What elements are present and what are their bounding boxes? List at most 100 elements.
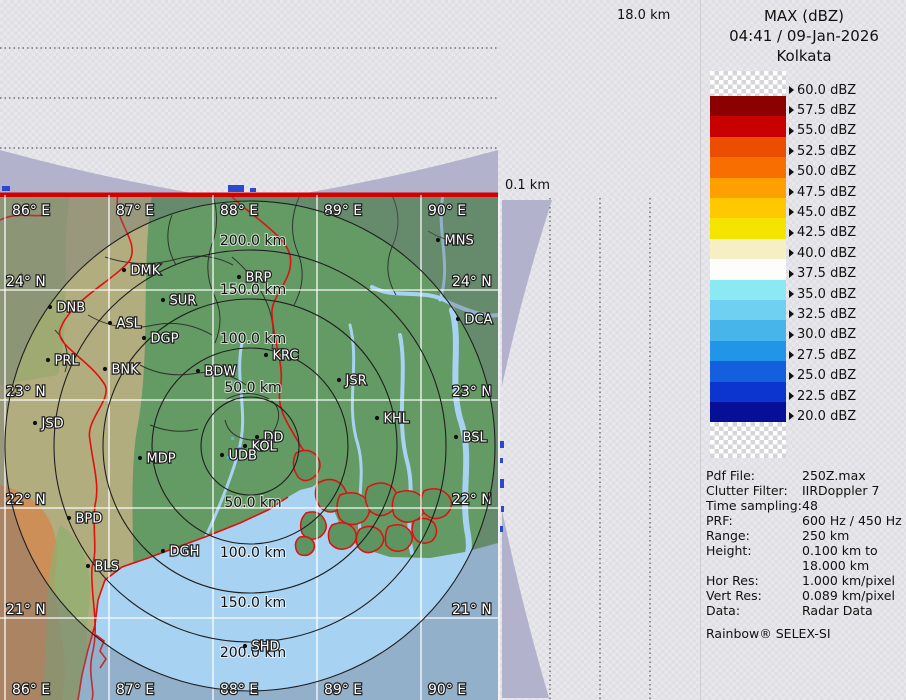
lat-label-right: 24° N — [452, 274, 492, 290]
city-label-BNK: BNK — [112, 363, 140, 378]
city-label-DNB: DNB — [57, 301, 86, 316]
city-dot-ASL — [108, 321, 112, 325]
city-dot-JSD — [33, 421, 37, 425]
scale-tick-arrow-icon — [789, 270, 794, 278]
city-dot-SUR — [161, 298, 165, 302]
cross-section-echo — [2, 186, 10, 191]
axis-corner-area — [498, 0, 700, 198]
city-label-DGP: DGP — [151, 332, 179, 347]
cross-section-echo — [500, 458, 503, 463]
cross-section-echo — [500, 526, 503, 532]
scale-tick-label: 47.5 dBZ — [789, 184, 856, 200]
scale-swatch-no-data-bottom — [710, 422, 786, 458]
city-dot-DGP — [142, 336, 146, 340]
scale-tick-label: 40.0 dBZ — [789, 245, 856, 261]
metadata-row: Range:250 km — [706, 528, 902, 543]
city-dot-BNK — [103, 367, 107, 371]
lon-label-bottom: 86° E — [12, 682, 50, 698]
scale-tick-label: 42.5 dBZ — [789, 225, 856, 241]
product-title: MAX (dBZ) — [701, 6, 906, 26]
scale-tick-arrow-icon — [789, 147, 794, 155]
scale-swatch-band — [710, 341, 786, 361]
city-label-DCA: DCA — [465, 313, 493, 328]
cross-section-echo — [250, 188, 256, 192]
right-height-cross-section-panel — [500, 198, 700, 700]
city-dot-DD — [255, 435, 259, 439]
city-dot-BPD — [67, 516, 71, 520]
scale-tick-arrow-icon — [789, 310, 794, 318]
scale-tick-label: 52.5 dBZ — [789, 143, 856, 159]
city-dot-BDW — [196, 369, 200, 373]
lon-label-top: 89° E — [324, 203, 362, 219]
scale-swatch-band — [710, 137, 786, 157]
scale-tick-arrow-icon — [789, 106, 794, 114]
scale-tick-arrow-icon — [789, 208, 794, 216]
scale-tick-arrow-icon — [789, 168, 794, 176]
panel-divider — [498, 195, 500, 700]
city-label-SUR: SUR — [170, 294, 197, 309]
scale-tick-label: 35.0 dBZ — [789, 286, 856, 302]
range-ring-label: 50.0 km — [224, 380, 281, 396]
city-label-PRL: PRL — [55, 354, 80, 369]
cross-section-echo — [501, 506, 504, 512]
city-dot-DNB — [48, 305, 52, 309]
range-ring-label: 150.0 km — [220, 595, 286, 611]
radar-display-window: 18.0 km 0.1 km — [0, 0, 906, 700]
scale-swatch-band — [710, 116, 786, 136]
city-label-SHD: SHD — [252, 640, 280, 655]
city-dot-JSR — [337, 378, 341, 382]
range-ring-label: 100.0 km — [220, 545, 286, 561]
product-header: MAX (dBZ) 04:41 / 09-Jan-2026 Kolkata — [701, 6, 906, 66]
software-footer: Rainbow® SELEX-SI — [706, 626, 902, 641]
metadata-row: Vert Res:0.089 km/pixel — [706, 588, 902, 603]
lat-label-left: 24° N — [6, 274, 46, 290]
metadata-row: Time sampling:48 — [706, 498, 902, 513]
city-label-KRC: KRC — [273, 349, 299, 364]
range-ring-label: 200.0 km — [220, 233, 286, 249]
city-dot-KHL — [375, 416, 379, 420]
scale-tick-arrow-icon — [789, 229, 794, 237]
scale-swatch-band — [710, 218, 786, 238]
scale-tick-label: 37.5 dBZ — [789, 266, 856, 282]
scale-tick-label: 30.0 dBZ — [789, 327, 856, 343]
below-beam-wedge-right — [306, 150, 498, 193]
scale-tick-arrow-icon — [789, 249, 794, 257]
height-axis-max-label: 18.0 km — [617, 8, 670, 23]
scale-tick-label: 57.5 dBZ — [789, 102, 856, 118]
cross-section-echo — [228, 185, 244, 192]
scale-swatch-band — [710, 382, 786, 402]
city-dot-BLS — [86, 564, 90, 568]
height-axis-min-label: 0.1 km — [505, 178, 550, 193]
city-label-ASL: ASL — [117, 317, 142, 332]
scale-tick-label: 60.0 dBZ — [789, 82, 856, 98]
metadata-row: Pdf File:250Z.max — [706, 468, 902, 483]
station-name: Kolkata — [701, 46, 906, 66]
top-height-cross-section-panel — [0, 0, 498, 195]
lat-label-right: 22° N — [452, 492, 492, 508]
scale-swatch-band — [710, 320, 786, 340]
lon-label-top: 87° E — [116, 203, 154, 219]
scale-swatch-band — [710, 280, 786, 300]
lat-label-left: 21° N — [6, 602, 46, 618]
city-dot-DCA — [456, 317, 460, 321]
scale-swatch-band — [710, 198, 786, 218]
lon-label-top: 88° E — [220, 203, 258, 219]
city-label-BSL: BSL — [463, 431, 488, 446]
city-dot-UDB — [220, 453, 224, 457]
city-dot-MDP — [138, 456, 142, 460]
city-dot-DGH — [161, 549, 165, 553]
city-dot-BSL — [454, 435, 458, 439]
top-panel-graphic — [0, 0, 498, 195]
lon-label-bottom: 89° E — [324, 682, 362, 698]
city-dot-KRC — [264, 353, 268, 357]
scale-tick-arrow-icon — [789, 351, 794, 359]
city-label-KHL: KHL — [384, 412, 410, 427]
scale-tick-arrow-icon — [789, 331, 794, 339]
city-dot-MNS — [436, 238, 440, 242]
range-ring-label: 100.0 km — [220, 331, 286, 347]
scale-tick-arrow-icon — [789, 290, 794, 298]
scale-tick-label: 25.0 dBZ — [789, 368, 856, 384]
scale-tick-arrow-icon — [789, 412, 794, 420]
scale-tick-arrow-icon — [789, 392, 794, 400]
scale-tick-label: 20.0 dBZ — [789, 408, 856, 424]
